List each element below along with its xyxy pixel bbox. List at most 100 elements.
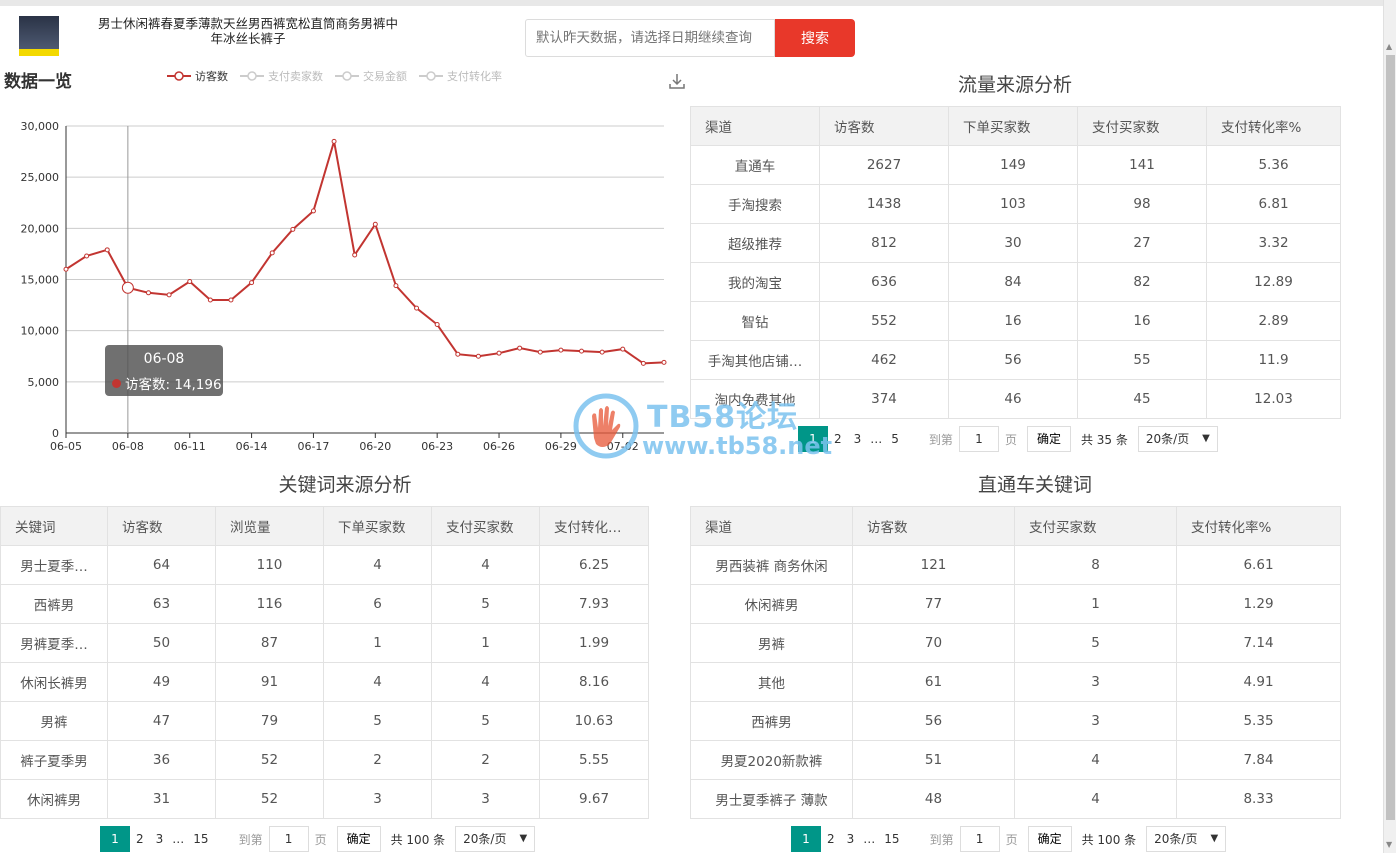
table-cell: 休闲裤男: [690, 584, 853, 624]
table-row: 男裤夏季… 50 87 1 1 1.99: [0, 623, 649, 663]
download-icon[interactable]: [668, 72, 686, 90]
pager-goto-label: 到第: [928, 432, 953, 447]
table-cell: 462: [819, 340, 949, 380]
legend-item-conversion[interactable]: 支付转化率: [419, 68, 502, 84]
pager-page-3[interactable]: 3: [150, 826, 170, 852]
pager-size-select[interactable]: 20条/页 ▼: [1146, 826, 1227, 852]
table-cell: 55: [1077, 340, 1207, 380]
table-cell: 49: [107, 662, 216, 702]
table-cell: 5: [1014, 623, 1177, 663]
date-search-input[interactable]: [525, 19, 775, 57]
column-header[interactable]: 下单买家数: [948, 106, 1078, 146]
table-cell: 52: [215, 779, 324, 819]
pager-page-15[interactable]: 15: [187, 826, 214, 852]
table-cell: 110: [215, 545, 324, 585]
column-header[interactable]: 支付买家数: [431, 506, 540, 546]
legend-item-visitors[interactable]: 访客数: [167, 68, 228, 84]
table-cell: 8.33: [1176, 779, 1341, 819]
table-cell: 男士夏季裤子 薄款: [690, 779, 853, 819]
column-header[interactable]: 支付转化…: [539, 506, 649, 546]
data-point: [496, 350, 502, 356]
data-point: [228, 297, 234, 303]
table-cell: 16: [1077, 301, 1207, 341]
table-cell: 4: [1014, 740, 1177, 780]
tooltip-series-dot: [112, 378, 121, 388]
pager-page-2[interactable]: 2: [821, 826, 841, 852]
table-row: 手淘其他店铺… 462 56 55 11.9: [690, 340, 1341, 380]
product-thumbnail[interactable]: [19, 16, 59, 56]
table-row: 休闲裤男 77 1 1.29: [690, 584, 1341, 624]
table-cell: 7.14: [1176, 623, 1341, 663]
pager-page-3[interactable]: 3: [841, 826, 861, 852]
pager-page-15[interactable]: 15: [878, 826, 905, 852]
pager-page-unit: 页: [1005, 832, 1018, 847]
pager-page-3[interactable]: 3: [848, 426, 868, 452]
column-header[interactable]: 访客数: [819, 106, 949, 146]
column-header[interactable]: 渠道: [690, 106, 820, 146]
table-cell: 4: [431, 545, 540, 585]
pager-ellipsis: …: [870, 432, 883, 446]
pager-goto-input[interactable]: 1: [268, 826, 309, 852]
data-point: [640, 360, 646, 366]
keyword-pager: 1 2 3… 15 到第 1 页确定共 100 条 20条/页 ▼: [100, 826, 536, 852]
table-cell: 4: [431, 662, 540, 702]
pager-confirm-button[interactable]: 确定: [1026, 426, 1071, 452]
table-cell: 10.63: [539, 701, 649, 741]
pager-page-1[interactable]: 1: [798, 426, 828, 452]
chevron-down-icon: ▼: [519, 833, 528, 844]
scrollbar-thumb[interactable]: [1386, 55, 1395, 820]
table-row: 休闲裤男 31 52 3 3 9.67: [0, 779, 649, 819]
scroll-down-icon[interactable]: ▼: [1386, 840, 1392, 849]
table-cell: 1438: [819, 184, 949, 224]
table-cell: 5: [431, 584, 540, 624]
pager-size-select[interactable]: 20条/页 ▼: [1137, 426, 1218, 452]
table-cell: 西裤男: [0, 584, 108, 624]
table-cell: 27: [1077, 223, 1207, 263]
table-cell: 5: [323, 701, 432, 741]
table-cell: 48: [852, 779, 1015, 819]
legend-item-amount[interactable]: 交易金额: [335, 68, 407, 84]
column-header[interactable]: 支付买家数: [1077, 106, 1207, 146]
data-point: [661, 359, 667, 365]
pager-page-2[interactable]: 2: [130, 826, 150, 852]
column-header[interactable]: 访客数: [107, 506, 216, 546]
search-button[interactable]: 搜索: [775, 19, 855, 57]
pager-page-1[interactable]: 1: [100, 826, 130, 852]
table-cell: 1.99: [539, 623, 649, 663]
pager-page-1[interactable]: 1: [791, 826, 821, 852]
column-header[interactable]: 支付买家数: [1014, 506, 1177, 546]
scroll-up-icon[interactable]: ▲: [1386, 42, 1392, 51]
pager-goto-input[interactable]: 1: [959, 826, 1000, 852]
table-cell: 87: [215, 623, 324, 663]
data-point: [104, 247, 110, 253]
product-title: 男士休闲裤春夏季薄款天丝男西裤宽松直筒商务男裤中年冰丝长裤子: [97, 16, 398, 46]
data-point: [393, 283, 399, 289]
pager-page-5[interactable]: 5: [885, 426, 905, 452]
column-header[interactable]: 渠道: [690, 506, 853, 546]
pager-goto-input[interactable]: 1: [958, 426, 999, 452]
vertical-scrollbar[interactable]: ▲ ▼: [1383, 0, 1396, 853]
pager-page-unit: 页: [314, 832, 327, 847]
pager-confirm-button[interactable]: 确定: [1027, 826, 1072, 852]
column-header[interactable]: 访客数: [852, 506, 1015, 546]
data-point: [207, 297, 213, 303]
column-header[interactable]: 浏览量: [215, 506, 324, 546]
pager-ellipsis: …: [863, 832, 876, 846]
column-header[interactable]: 下单买家数: [323, 506, 432, 546]
pager-confirm-button[interactable]: 确定: [336, 826, 381, 852]
table-row: 男裤 70 5 7.14: [690, 623, 1341, 663]
pager-size-select[interactable]: 20条/页 ▼: [455, 826, 536, 852]
y-tick-label: 0: [52, 427, 59, 440]
table-cell: 3.32: [1206, 223, 1341, 263]
table-cell: 4: [323, 662, 432, 702]
table-cell: 5.36: [1206, 145, 1341, 185]
table-cell: 我的淘宝: [690, 262, 820, 302]
table-row: 其他 61 3 4.91: [690, 662, 1341, 702]
column-header[interactable]: 关键词: [0, 506, 108, 546]
table-cell: 31: [107, 779, 216, 819]
legend-item-paying-buyers[interactable]: 支付卖家数: [240, 68, 323, 84]
column-header[interactable]: 支付转化率%: [1206, 106, 1341, 146]
pager-page-2[interactable]: 2: [828, 426, 848, 452]
data-point: [620, 346, 626, 352]
column-header[interactable]: 支付转化率%: [1176, 506, 1341, 546]
